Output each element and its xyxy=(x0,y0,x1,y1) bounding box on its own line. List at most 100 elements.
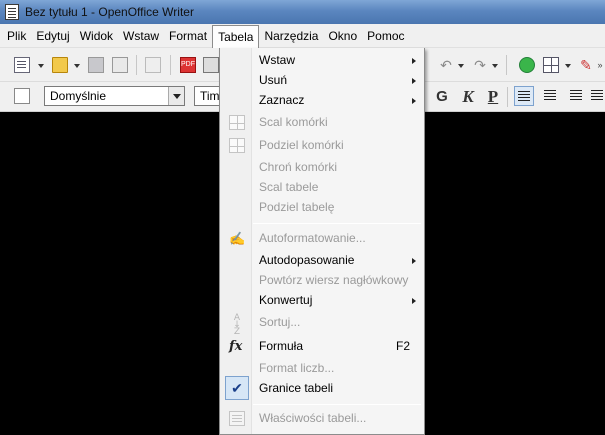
menu-item-label: Granice tabeli xyxy=(259,381,334,395)
table-dropdown-arrow-icon[interactable] xyxy=(565,64,571,68)
autoformat-icon: ✍ xyxy=(229,231,246,246)
formula-icon: fx xyxy=(229,339,243,354)
chevron-down-icon[interactable] xyxy=(168,87,184,105)
menu-item-label: Format liczb... xyxy=(259,361,335,375)
bold-button[interactable]: G xyxy=(432,87,452,107)
open-folder-icon[interactable] xyxy=(52,57,68,73)
toolbar-overflow-icon[interactable]: » xyxy=(596,57,604,73)
menu-item-format-liczb[interactable]: Format liczb... xyxy=(220,358,424,379)
menu-item-zaznacz[interactable]: Zaznacz xyxy=(220,90,424,111)
menu-plik[interactable]: Plik xyxy=(2,25,31,47)
new-dropdown-arrow-icon[interactable] xyxy=(38,64,44,68)
sort-icon: A ↓ Z xyxy=(233,313,241,337)
menu-item-label: Powtórz wiersz nagłówkowy xyxy=(259,273,409,287)
menu-format[interactable]: Format xyxy=(164,25,212,47)
menu-bar: Plik Edytuj Widok Wstaw Format Tabela Na… xyxy=(0,24,605,49)
undo-icon[interactable]: ↶ xyxy=(438,57,454,73)
send-email-icon[interactable] xyxy=(112,57,128,73)
print-icon[interactable] xyxy=(203,57,219,73)
paragraph-style-value: Domyślnie xyxy=(50,89,107,103)
table-menu-dropdown: Wstaw Usuń Zaznacz Scal komórki Podziel … xyxy=(219,48,425,435)
italic-button[interactable]: K xyxy=(458,87,478,107)
menu-item-label: Podziel tabelę xyxy=(259,200,335,214)
edit-file-icon[interactable] xyxy=(145,57,161,73)
align-left-icon xyxy=(518,91,530,92)
shortcut-label: F2 xyxy=(395,339,410,353)
menu-item-sortuj[interactable]: A ↓ Z Sortuj... xyxy=(220,312,424,337)
split-cells-icon xyxy=(229,138,245,153)
title-bar: Bez tytułu 1 - OpenOffice Writer xyxy=(0,0,605,24)
submenu-arrow-icon xyxy=(412,98,416,104)
menu-tabela[interactable]: Tabela xyxy=(212,24,260,49)
menu-item-granice-tabeli[interactable]: ✔ Granice tabeli xyxy=(220,376,424,400)
menu-item-label: Scal komórki xyxy=(259,115,328,129)
menu-item-label: Wstaw xyxy=(259,53,295,67)
menu-item-label: Formuła xyxy=(259,339,304,353)
align-center-icon xyxy=(544,90,556,91)
insert-table-icon[interactable] xyxy=(543,57,559,73)
menu-item-usun[interactable]: Usuń xyxy=(220,70,424,91)
redo-icon[interactable]: ↷ xyxy=(472,57,488,73)
align-right-button[interactable] xyxy=(565,86,585,106)
menu-item-autodopasowanie[interactable]: Autodopasowanie xyxy=(220,250,424,271)
save-icon[interactable] xyxy=(88,57,104,73)
toolbar-separator xyxy=(170,55,171,75)
menu-item-podziel-komorki[interactable]: Podziel komórki xyxy=(220,135,424,156)
toolbar-separator xyxy=(506,55,507,75)
open-dropdown-arrow-icon[interactable] xyxy=(74,64,80,68)
menu-item-wstaw[interactable]: Wstaw xyxy=(220,50,424,71)
submenu-arrow-icon xyxy=(412,78,416,84)
navigator-icon[interactable] xyxy=(519,57,535,73)
undo-dropdown-arrow-icon[interactable] xyxy=(458,64,464,68)
menu-widok[interactable]: Widok xyxy=(75,25,118,47)
menu-item-label: Podziel komórki xyxy=(259,138,344,152)
submenu-arrow-icon xyxy=(412,58,416,64)
export-pdf-icon[interactable]: PDF xyxy=(180,57,196,73)
font-name-value: Tim xyxy=(200,89,220,103)
table-properties-icon xyxy=(229,411,245,426)
menu-item-konwertuj[interactable]: Konwertuj xyxy=(220,290,424,311)
menu-item-label: Usuń xyxy=(259,73,288,87)
align-right-icon xyxy=(570,90,582,91)
new-document-icon[interactable] xyxy=(14,57,30,73)
menu-wstaw[interactable]: Wstaw xyxy=(118,25,164,47)
justify-icon xyxy=(591,90,603,91)
menu-item-scal-komorki[interactable]: Scal komórki xyxy=(220,112,424,133)
align-left-button[interactable] xyxy=(514,86,534,106)
menu-item-label: Scal tabele xyxy=(259,180,319,194)
menu-item-label: Autoformatowanie... xyxy=(259,231,366,245)
menu-item-formula[interactable]: fx Formuła F2 xyxy=(220,336,424,357)
justify-button[interactable] xyxy=(588,86,605,106)
redo-dropdown-arrow-icon[interactable] xyxy=(492,64,498,68)
menu-item-scal-tabele[interactable]: Scal tabele xyxy=(220,177,424,198)
menu-item-powtorz-wiersz[interactable]: Powtórz wiersz nagłówkowy xyxy=(220,270,424,291)
menu-item-label: Chroń komórki xyxy=(259,160,338,174)
menu-okno[interactable]: Okno xyxy=(323,25,362,47)
menu-edytuj[interactable]: Edytuj xyxy=(31,25,74,47)
menu-item-label: Autodopasowanie xyxy=(259,253,355,267)
align-center-button[interactable] xyxy=(540,86,560,106)
submenu-arrow-icon xyxy=(412,258,416,264)
menu-item-wlasciwosci-tabeli[interactable]: Właściwości tabeli... xyxy=(220,408,424,429)
menu-item-podziel-tabele[interactable]: Podziel tabelę xyxy=(220,197,424,218)
show-draw-functions-icon[interactable]: ✎ xyxy=(578,57,594,73)
menu-item-label: Sortuj... xyxy=(259,315,301,329)
window-title: Bez tytułu 1 - OpenOffice Writer xyxy=(25,5,194,19)
menu-item-label: Konwertuj xyxy=(259,293,313,307)
paragraph-style-combo[interactable]: Domyślnie xyxy=(44,86,185,106)
menu-item-label: Zaznacz xyxy=(259,93,305,107)
writer-document-icon xyxy=(5,4,19,20)
menu-separator xyxy=(253,223,421,224)
toolbar-separator xyxy=(136,55,137,75)
submenu-arrow-icon xyxy=(412,298,416,304)
menu-item-label: Właściwości tabeli... xyxy=(259,411,367,425)
menu-item-autoformatowanie[interactable]: ✍ Autoformatowanie... xyxy=(220,228,424,249)
styles-and-formatting-icon[interactable] xyxy=(14,88,30,104)
menu-narzedzia[interactable]: Narzędzia xyxy=(259,25,323,47)
checkmark-icon: ✔ xyxy=(225,376,249,400)
menu-item-chron-komorki[interactable]: Chroń komórki xyxy=(220,157,424,178)
menu-separator xyxy=(253,404,421,405)
menu-pomoc[interactable]: Pomoc xyxy=(362,25,409,47)
merge-cells-icon xyxy=(229,115,245,130)
underline-button[interactable]: P xyxy=(483,87,503,107)
